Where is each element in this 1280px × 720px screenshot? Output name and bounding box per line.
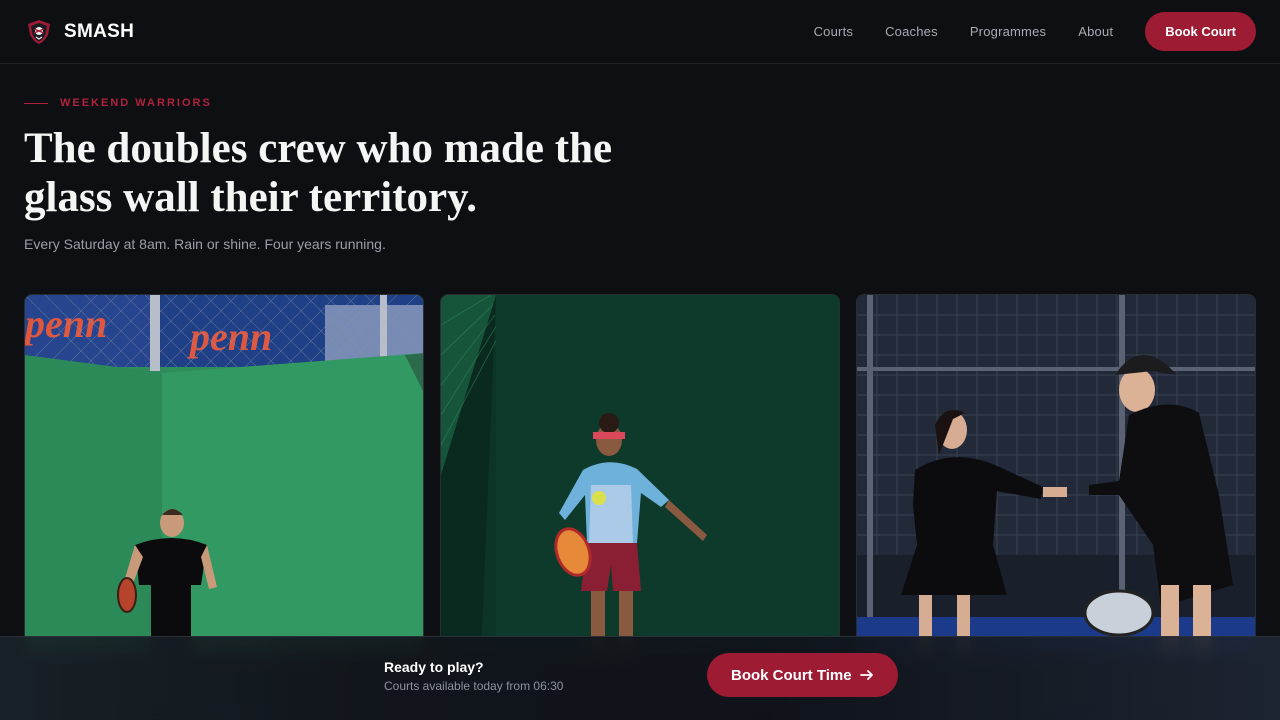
gallery-card-3[interactable] <box>856 294 1256 654</box>
book-court-time-label: Book Court Time <box>731 666 852 684</box>
page-subhead: Every Saturday at 8am. Rain or shine. Fo… <box>24 236 386 252</box>
nav-links: Courts Coaches Programmes About Book Cou… <box>814 12 1256 51</box>
brand-name: SMASH <box>64 20 135 42</box>
booking-bar-title: Ready to play? <box>384 659 484 675</box>
booking-bar: Ready to play? Courts available today fr… <box>0 636 1280 720</box>
player-paddle-photo: penn penn <box>25 295 423 653</box>
headline-line-2: glass wall their territory. <box>24 174 477 221</box>
gallery-card-2[interactable] <box>440 294 840 654</box>
shield-logo-icon <box>28 19 50 44</box>
eyebrow-rule <box>24 102 48 104</box>
book-court-time-button[interactable]: Book Court Time <box>707 653 898 697</box>
book-court-button[interactable]: Book Court <box>1145 12 1256 51</box>
gallery-card-1[interactable]: penn penn <box>24 294 424 654</box>
nav-link-coaches[interactable]: Coaches <box>885 24 938 39</box>
photo-gallery: penn penn <box>24 294 1256 654</box>
player-hitting-photo <box>441 295 839 653</box>
top-nav: SMASH Courts Coaches Programmes About Bo… <box>0 0 1280 64</box>
eyebrow-label: WEEKEND WARRIORS <box>60 97 212 109</box>
eyebrow: WEEKEND WARRIORS <box>24 97 212 109</box>
page-headline: The doubles crew who made the glass wall… <box>24 124 704 222</box>
brand[interactable]: SMASH <box>26 19 134 45</box>
headline-line-1: The doubles crew who made the <box>24 125 613 172</box>
nav-link-about[interactable]: About <box>1078 24 1113 39</box>
nav-link-courts[interactable]: Courts <box>814 24 854 39</box>
players-high-five-photo <box>857 295 1255 653</box>
arrow-right-icon <box>859 670 873 680</box>
nav-link-programmes[interactable]: Programmes <box>970 24 1046 39</box>
booking-bar-text: Ready to play? Courts available today fr… <box>384 659 563 693</box>
booking-bar-subtitle: Courts available today from 06:30 <box>384 679 564 693</box>
